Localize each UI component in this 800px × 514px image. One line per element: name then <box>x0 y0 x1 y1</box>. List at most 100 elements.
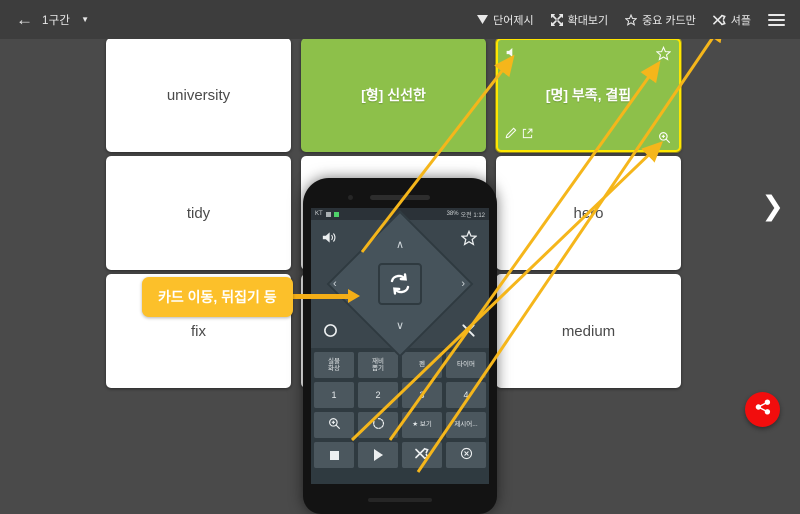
topbar-action-shuffle[interactable]: 셔플 <box>712 12 751 28</box>
topbar-actions: 단어제시 확대보기 중요 카드만 셔플 <box>477 12 800 28</box>
expand-icon <box>550 13 563 26</box>
section-selector-label[interactable]: 1구간 <box>42 12 70 28</box>
card-label: university <box>166 86 231 104</box>
phone-dpad: ∧ ∨ ‹ › <box>311 210 489 358</box>
key-label: 2 <box>375 389 381 400</box>
topbar-action-label: 확대보기 <box>567 14 609 27</box>
key-prompt-word[interactable]: 제시어... <box>446 412 486 438</box>
key-number-2[interactable]: 2 <box>358 382 398 408</box>
card-hero[interactable]: hero <box>496 156 681 270</box>
flashcard-app-screen: ← 1구간 ▼ 단어제시 확대보기 중요 카드만 셔플 university [… <box>0 0 800 514</box>
card-label: hero <box>573 204 604 222</box>
shuffle-icon <box>712 14 726 26</box>
topbar-action-label: 중요 카드만 <box>642 14 696 27</box>
card-label: [형] 신선한 <box>361 87 426 103</box>
key-number-1[interactable]: 1 <box>314 382 354 408</box>
card-bottom-left-icons <box>505 126 533 144</box>
status-left: KT <box>315 211 339 217</box>
key-rotate[interactable] <box>358 412 398 438</box>
phone-screen: KT 38% 오전 1:12 ∧ ∨ ‹ › 실물 화상 재비 뽑기 펜 타이머… <box>311 208 489 484</box>
arrow-left-icon[interactable]: ← <box>16 11 33 28</box>
dpad-circle-icon[interactable] <box>323 323 338 338</box>
dpad-chevron-down-icon[interactable]: ∨ <box>396 319 404 332</box>
dpad-star-icon[interactable] <box>461 230 477 246</box>
filter-triangle-icon <box>477 15 489 24</box>
card-edit-pencil-icon[interactable] <box>505 126 517 144</box>
key-label: 4 <box>463 389 469 400</box>
key-label: 1 <box>331 389 337 400</box>
card-fresh[interactable]: [형] 신선한 <box>301 38 486 152</box>
key-shuffle[interactable] <box>402 442 442 468</box>
status-icon-b <box>333 211 339 217</box>
key-realobject-video[interactable]: 실물 화상 <box>314 352 354 378</box>
topbar-action-important-only[interactable]: 중요 카드만 <box>625 12 696 28</box>
card-star-icon[interactable] <box>656 46 671 61</box>
status-right: 38% 오전 1:12 <box>447 210 485 219</box>
phone-bottom-speaker-icon <box>368 498 432 502</box>
key-pen[interactable]: 펜 <box>402 352 442 378</box>
keypad-row: 1 2 3 4 <box>314 382 486 408</box>
card-zoom-icon[interactable] <box>658 131 671 144</box>
card-label: fix <box>191 322 206 340</box>
card-university[interactable]: university <box>106 38 291 152</box>
card-medium[interactable]: medium <box>496 274 681 388</box>
chevron-down-icon[interactable]: ▼ <box>81 15 89 24</box>
carrier-label: KT <box>315 211 323 217</box>
dpad-speaker-icon[interactable] <box>322 230 339 245</box>
topbar-action-word-prompt[interactable]: 단어제시 <box>477 12 534 28</box>
dpad-chevron-right-icon[interactable]: › <box>461 278 465 290</box>
key-number-4[interactable]: 4 <box>446 382 486 408</box>
clock-label: 오전 1:12 <box>460 212 485 219</box>
magnifier-plus-icon <box>328 417 341 432</box>
phone-front-camera-icon <box>348 195 353 200</box>
card-lack-selected[interactable]: [명] 부족, 결핍 <box>496 38 681 152</box>
card-speaker-icon[interactable] <box>505 46 518 59</box>
share-icon <box>755 399 771 420</box>
stop-square-icon <box>329 450 339 460</box>
key-label: 실물 화상 <box>328 357 340 372</box>
battery-percent-label: 38% <box>446 211 459 217</box>
key-redraw[interactable]: 재비 뽑기 <box>358 352 398 378</box>
card-label: tidy <box>186 204 211 222</box>
key-label: 펜 <box>419 361 425 369</box>
dpad-close-x-icon[interactable] <box>461 323 476 338</box>
play-triangle-icon <box>373 449 383 461</box>
phone-earpiece-icon <box>370 195 430 200</box>
phone-keypad: 실물 화상 재비 뽑기 펜 타이머 1 2 3 4 ★ 보기 제시어... <box>311 348 489 472</box>
key-play[interactable] <box>358 442 398 468</box>
rotate-icon <box>372 417 385 432</box>
key-label: 재비 뽑기 <box>372 357 384 372</box>
card-label: [명] 부족, 결핍 <box>545 87 632 103</box>
keypad-row: ★ 보기 제시어... <box>314 412 486 438</box>
key-stop[interactable] <box>314 442 354 468</box>
circle-x-icon <box>460 447 473 462</box>
next-page-chevron-right-icon[interactable]: ❯ <box>761 193 784 220</box>
phone-remote-mockup: KT 38% 오전 1:12 ∧ ∨ ‹ › 실물 화상 재비 뽑기 펜 타이머… <box>303 178 497 514</box>
keypad-row <box>314 442 486 468</box>
card-tidy[interactable]: tidy <box>106 156 291 270</box>
key-timer[interactable]: 타이머 <box>446 352 486 378</box>
card-label: medium <box>561 322 616 340</box>
topbar-left-group: ← 1구간 ▼ <box>0 11 89 28</box>
shuffle-icon <box>415 447 429 462</box>
topbar-action-label: 단어제시 <box>493 14 534 27</box>
key-number-3[interactable]: 3 <box>402 382 442 408</box>
hamburger-menu-icon[interactable] <box>768 13 785 26</box>
tooltip-arrow-stem <box>290 289 360 303</box>
share-fab-button[interactable] <box>745 392 780 427</box>
key-label: 3 <box>419 389 425 400</box>
dpad-chevron-left-icon[interactable]: ‹ <box>333 278 337 290</box>
dpad-chevron-up-icon[interactable]: ∧ <box>396 238 404 251</box>
key-star-view[interactable]: ★ 보기 <box>402 412 442 438</box>
key-label: ★ 보기 <box>412 421 432 429</box>
key-label: 제시어... <box>454 421 478 429</box>
card-external-link-icon[interactable] <box>522 126 533 144</box>
top-app-bar: ← 1구간 ▼ 단어제시 확대보기 중요 카드만 셔플 <box>0 0 800 39</box>
topbar-action-zoom-view[interactable]: 확대보기 <box>550 12 609 28</box>
status-icon-a <box>325 211 331 217</box>
key-cancel[interactable] <box>446 442 486 468</box>
key-zoom[interactable] <box>314 412 354 438</box>
dpad-flip-card-icon[interactable] <box>378 263 422 305</box>
tooltip-card-move-flip: 카드 이동, 뒤집기 등 <box>142 277 293 317</box>
star-outline-icon <box>625 13 638 26</box>
